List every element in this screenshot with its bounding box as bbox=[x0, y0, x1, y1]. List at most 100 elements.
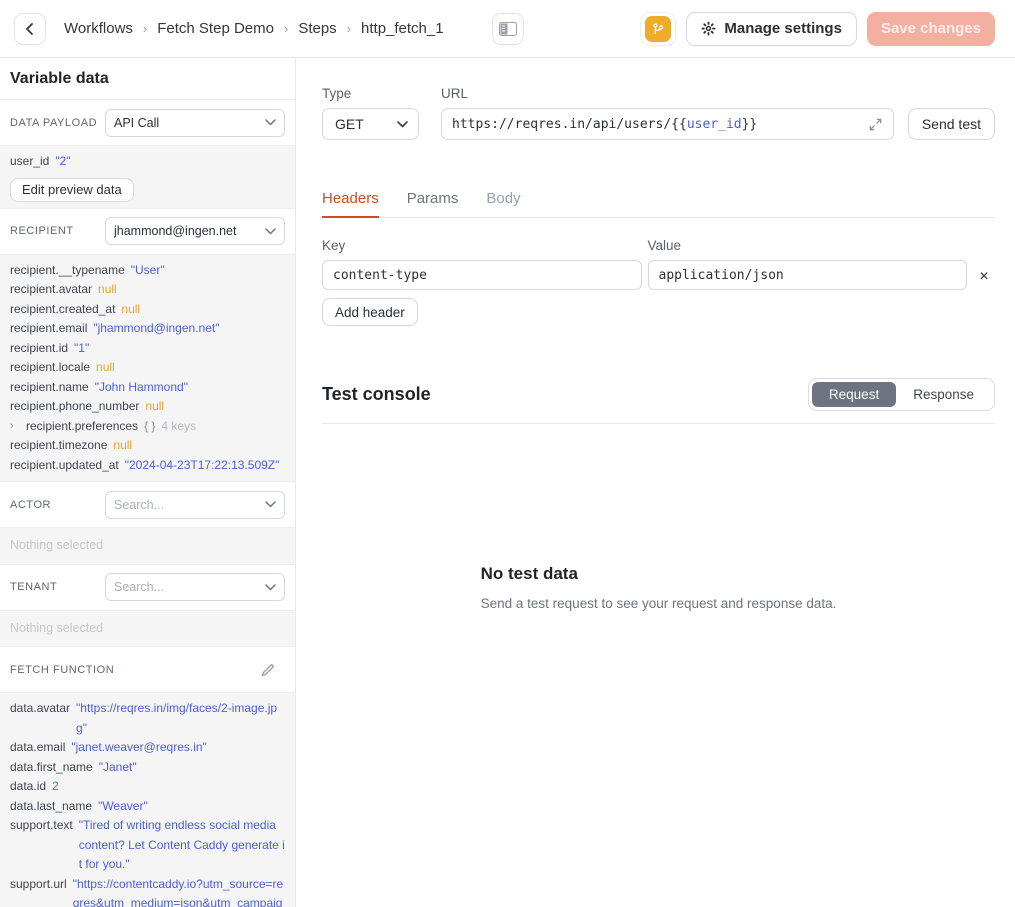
data-payload-section-header: DATA PAYLOAD API Call bbox=[0, 100, 295, 145]
value-label: Value bbox=[648, 238, 968, 253]
recipient-label: RECIPIENT bbox=[10, 225, 74, 237]
url-field: URL https://reqres.in/api/users/{{user_i… bbox=[441, 86, 894, 140]
tab-body[interactable]: Body bbox=[486, 190, 520, 217]
panel-toggle-button[interactable] bbox=[492, 13, 524, 45]
header-key-input[interactable]: content-type bbox=[322, 260, 642, 290]
row-key: recipient.created_at bbox=[10, 300, 115, 320]
recipient-row: recipient.id "1" bbox=[10, 339, 285, 359]
breadcrumb: Workflows › Fetch Step Demo › Steps › ht… bbox=[64, 20, 444, 37]
toggle-response[interactable]: Response bbox=[896, 382, 991, 407]
http-method-select[interactable]: GET bbox=[322, 108, 419, 140]
data-payload-select[interactable]: API Call bbox=[105, 109, 285, 137]
edit-pencil-icon[interactable] bbox=[259, 661, 285, 679]
data-payload-selected-value: API Call bbox=[114, 116, 265, 130]
breadcrumb-workflow-name[interactable]: Fetch Step Demo bbox=[157, 20, 274, 37]
chevron-down-icon bbox=[397, 121, 408, 128]
row-value: "Janet" bbox=[99, 758, 137, 778]
recipient-row: recipient.timezone null bbox=[10, 436, 285, 456]
row-value: "https://contentcaddy.io?utm_source=reqr… bbox=[73, 875, 285, 907]
url-value: https://reqres.in/api/users/{{user_id}} bbox=[452, 117, 868, 132]
tenant-search-select[interactable]: Search... bbox=[105, 573, 285, 601]
breadcrumb-workflows[interactable]: Workflows bbox=[64, 20, 133, 37]
breadcrumb-separator: › bbox=[347, 21, 351, 36]
row-key: recipient.email bbox=[10, 319, 87, 339]
fetch-row: data.first_name "Janet" bbox=[10, 758, 285, 778]
remove-header-button[interactable]: × bbox=[979, 269, 988, 285]
row-key: data.email bbox=[10, 738, 65, 758]
actor-search-select[interactable]: Search... bbox=[105, 491, 285, 519]
edit-preview-data-button[interactable]: Edit preview data bbox=[10, 178, 134, 202]
row-key: support.url bbox=[10, 875, 67, 907]
request-config-row: Type GET URL https://reqres.in/api/users… bbox=[322, 86, 995, 140]
row-key: recipient.timezone bbox=[10, 436, 107, 456]
breadcrumb-step-id: http_fetch_1 bbox=[361, 20, 444, 37]
header-value-input[interactable]: application/json bbox=[648, 260, 968, 290]
row-value: "User" bbox=[131, 261, 165, 281]
row-key: recipient.preferences bbox=[26, 417, 138, 437]
row-key: recipient.phone_number bbox=[10, 397, 139, 417]
row-value: "2024-04-23T17:22:13.509Z" bbox=[125, 456, 280, 476]
row-key: recipient.id bbox=[10, 339, 68, 359]
recipient-row: recipient.name "John Hammond" bbox=[10, 378, 285, 398]
recipient-row: recipient.locale null bbox=[10, 358, 285, 378]
header-labels-and-inputs: Key content-type Value application/json … bbox=[322, 238, 995, 290]
row-value: null bbox=[145, 397, 164, 417]
breadcrumb-separator: › bbox=[284, 21, 288, 36]
send-test-button[interactable]: Send test bbox=[908, 108, 995, 140]
variable-data-sidebar: Variable data DATA PAYLOAD API Call user… bbox=[0, 58, 296, 907]
recipient-section-header: RECIPIENT jhammond@ingen.net bbox=[0, 209, 295, 254]
breadcrumb-separator: › bbox=[143, 21, 147, 36]
tenant-search-placeholder: Search... bbox=[114, 580, 265, 594]
row-value-braces: { } bbox=[144, 417, 155, 437]
url-input[interactable]: https://reqres.in/api/users/{{user_id}} bbox=[441, 108, 894, 140]
actor-empty-state: Nothing selected bbox=[10, 534, 285, 558]
manage-settings-label: Manage settings bbox=[724, 20, 842, 37]
manage-settings-button[interactable]: Manage settings bbox=[686, 12, 857, 46]
row-key: data.avatar bbox=[10, 699, 70, 738]
row-value: "1" bbox=[74, 339, 89, 359]
disclosure-chevron-icon[interactable]: › bbox=[10, 417, 20, 437]
row-key: data.first_name bbox=[10, 758, 93, 778]
recipient-preferences-row[interactable]: › recipient.preferences { } 4 keys bbox=[10, 417, 285, 437]
empty-state-subtitle: Send a test request to see your request … bbox=[481, 596, 837, 611]
row-key: recipient.__typename bbox=[10, 261, 125, 281]
workflow-brand-button[interactable] bbox=[640, 12, 676, 46]
row-key: recipient.updated_at bbox=[10, 456, 119, 476]
add-header-button[interactable]: Add header bbox=[322, 298, 418, 326]
actor-section-header: ACTOR Search... bbox=[0, 482, 295, 527]
row-value: "https://reqres.in/img/faces/2-image.jpg… bbox=[76, 699, 285, 738]
header-key-column: Key content-type bbox=[322, 238, 642, 290]
toggle-request[interactable]: Request bbox=[812, 382, 896, 407]
row-value: null bbox=[113, 436, 132, 456]
chevron-down-icon bbox=[265, 501, 276, 508]
test-console-title: Test console bbox=[322, 384, 431, 405]
fetch-row: support.url "https://contentcaddy.io?utm… bbox=[10, 875, 285, 907]
recipient-row: recipient.created_at null bbox=[10, 300, 285, 320]
fetch-row: data.id 2 bbox=[10, 777, 285, 797]
tenant-empty-state: Nothing selected bbox=[10, 617, 285, 641]
data-payload-label: DATA PAYLOAD bbox=[10, 117, 97, 129]
row-key: data.last_name bbox=[10, 797, 92, 817]
row-value: "Tired of writing endless social media c… bbox=[79, 816, 285, 875]
tab-headers[interactable]: Headers bbox=[322, 190, 379, 217]
expand-icon[interactable] bbox=[868, 117, 883, 132]
row-key: recipient.avatar bbox=[10, 280, 92, 300]
tab-params[interactable]: Params bbox=[407, 190, 459, 217]
empty-state-title: No test data bbox=[481, 564, 837, 584]
recipient-values: recipient.__typename "User" recipient.av… bbox=[0, 254, 295, 483]
row-value: "John Hammond" bbox=[95, 378, 188, 398]
save-changes-button[interactable]: Save changes bbox=[867, 12, 995, 46]
back-button[interactable] bbox=[14, 13, 46, 45]
row-key: data.id bbox=[10, 777, 46, 797]
tenant-section-header: TENANT Search... bbox=[0, 565, 295, 610]
chevron-down-icon bbox=[265, 119, 276, 126]
request-tabs: Headers Params Body bbox=[322, 190, 995, 218]
breadcrumb-steps[interactable]: Steps bbox=[298, 20, 336, 37]
fetch-function-section-header: FETCH FUNCTION bbox=[0, 647, 295, 692]
topbar-actions: Manage settings Save changes bbox=[640, 12, 995, 46]
type-label: Type bbox=[322, 86, 419, 101]
recipient-select[interactable]: jhammond@ingen.net bbox=[105, 217, 285, 245]
key-label: Key bbox=[322, 238, 642, 253]
fetch-function-values: data.avatar "https://reqres.in/img/faces… bbox=[0, 692, 295, 907]
save-changes-label: Save changes bbox=[881, 20, 981, 37]
